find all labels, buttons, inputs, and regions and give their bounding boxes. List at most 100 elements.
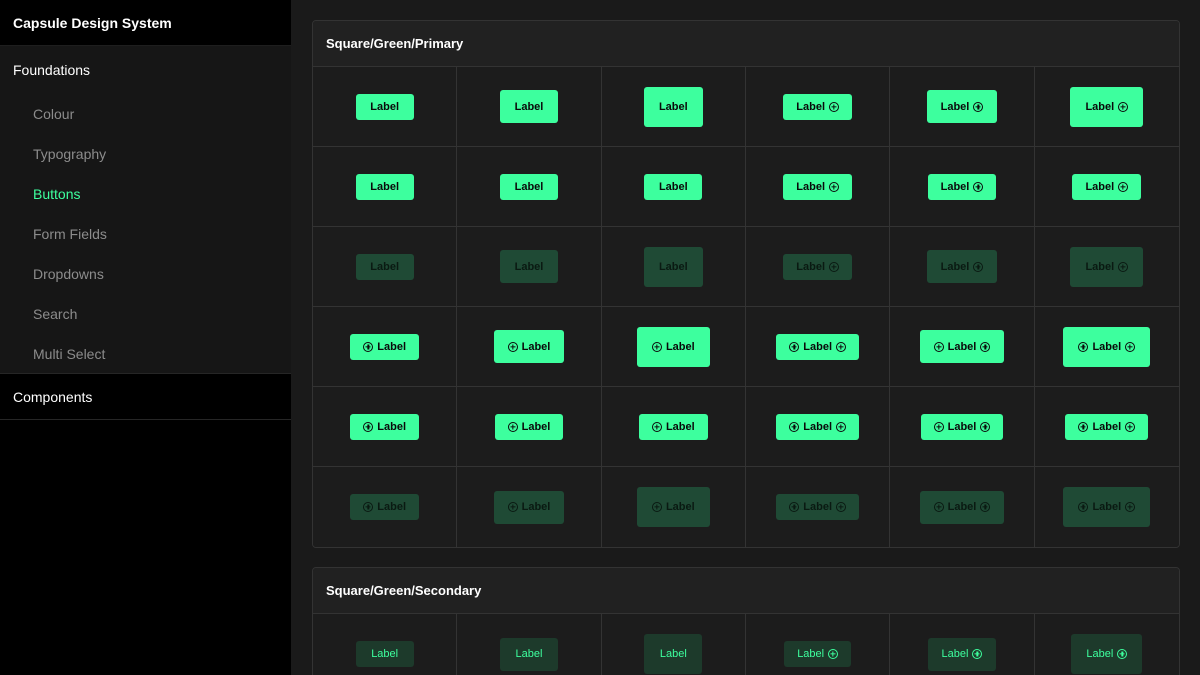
primary-button-lg[interactable]: Label (643, 86, 703, 127)
nav-heading-components[interactable]: Components (0, 374, 291, 420)
secondary-button-sm-icon-right[interactable]: Label (784, 641, 852, 667)
plus-circle-icon (980, 502, 991, 512)
plus-circle-icon (363, 421, 374, 432)
variant-cell: Label (601, 467, 746, 547)
disabled-button-sm-icon-right: Label (783, 253, 853, 280)
button-label: Label (521, 420, 551, 433)
button-label: Label (658, 260, 688, 273)
primary-button-sm-icon-both[interactable]: Label (1065, 413, 1149, 440)
primary-button-sm-icon-left[interactable]: Label (494, 413, 564, 440)
plus-circle-icon (1078, 421, 1089, 432)
sidebar-item-buttons[interactable]: Buttons (0, 174, 291, 214)
button-label: Label (370, 260, 400, 273)
secondary-button-sm[interactable]: Label (355, 641, 414, 667)
plus-circle-icon (973, 181, 984, 192)
variant-cell: Label (457, 387, 602, 467)
sidebar-item-multi-select[interactable]: Multi Select (0, 334, 291, 374)
primary-button-sm[interactable]: Label (644, 173, 703, 200)
button-label: Label (1085, 100, 1115, 113)
plus-circle-icon (1078, 502, 1089, 512)
variant-cell: Label (890, 147, 1035, 227)
primary-button-lg-icon-left[interactable]: Label (636, 326, 710, 367)
primary-button-sm-icon-both[interactable]: Label (776, 413, 860, 440)
variant-cell: Label (745, 387, 891, 467)
primary-button-sm-icon-left[interactable]: Label (638, 413, 708, 440)
primary-button-sm-icon-left[interactable]: Label (350, 333, 420, 360)
button-label: Label (796, 180, 826, 193)
sidebar-item-form-fields[interactable]: Form Fields (0, 214, 291, 254)
sidebar-item-dropdowns[interactable]: Dropdowns (0, 254, 291, 294)
primary-button-sm-icon-both[interactable]: Label (920, 413, 1004, 440)
variant-cell: Label (457, 467, 602, 547)
plus-circle-icon (363, 341, 374, 352)
sidebar-item-typography[interactable]: Typography (0, 134, 291, 174)
primary-button-md[interactable]: Label (499, 90, 558, 123)
variant-cell: Label (601, 227, 746, 307)
plus-circle-icon (829, 261, 840, 272)
button-label: Label (659, 648, 687, 660)
button-label: Label (377, 340, 407, 353)
button-label: Label (371, 648, 399, 660)
plus-circle-icon (1118, 181, 1129, 192)
plus-circle-icon (980, 341, 991, 352)
plus-circle-icon (836, 421, 847, 432)
primary-button-lg-icon-right[interactable]: Label (1070, 86, 1144, 127)
plus-circle-icon (789, 341, 800, 352)
primary-button-sm-icon-right[interactable]: Label (783, 93, 853, 120)
section-square-green-secondary: Square/Green/Secondary Label Label Label La… (312, 567, 1180, 675)
plus-circle-icon (363, 502, 374, 512)
primary-button-sm[interactable]: Label (499, 173, 558, 200)
primary-button-md-icon-both[interactable]: Label (919, 330, 1005, 363)
primary-button-sm[interactable]: Label (355, 173, 414, 200)
button-label: Label (1085, 180, 1115, 193)
variant-cell: Label (890, 467, 1035, 547)
button-label: Label (1092, 501, 1122, 513)
variant-cell: Label (601, 614, 746, 675)
plus-circle-icon (1118, 101, 1129, 112)
primary-button-md-icon-right[interactable]: Label (926, 90, 998, 123)
button-label: Label (940, 100, 970, 113)
variant-cell: Label (601, 67, 746, 147)
plus-circle-icon (789, 502, 800, 512)
plus-circle-icon (933, 341, 944, 352)
variant-cell: Label (313, 67, 458, 147)
variant-cell: Label (745, 614, 891, 675)
primary-button-sm-icon-both[interactable]: Label (776, 333, 860, 360)
plus-circle-icon (789, 421, 800, 432)
button-label: Label (370, 100, 400, 113)
secondary-button-md-icon-right[interactable]: Label (927, 637, 997, 671)
button-label: Label (514, 260, 544, 273)
button-label: Label (514, 180, 544, 193)
primary-button-lg-icon-both[interactable]: Label (1063, 326, 1151, 367)
sidebar-item-search[interactable]: Search (0, 294, 291, 334)
plus-circle-icon (828, 649, 839, 659)
secondary-button-lg[interactable]: Label (644, 634, 703, 674)
primary-button-sm-icon-left[interactable]: Label (350, 413, 420, 440)
disabled-button-sm: Label (355, 253, 414, 280)
button-label: Label (377, 501, 407, 513)
plus-circle-icon (836, 341, 847, 352)
sidebar-item-colour[interactable]: Colour (0, 94, 291, 134)
primary-button-sm-icon-right[interactable]: Label (1072, 173, 1142, 200)
plus-circle-icon (973, 261, 984, 272)
plus-circle-icon (507, 502, 518, 512)
primary-button-sm-icon-right[interactable]: Label (783, 173, 853, 200)
variant-cell: Label (457, 227, 602, 307)
button-grid-primary: Label Label Label Label Label Label Label Label… (313, 67, 1179, 547)
plus-circle-icon (1125, 341, 1136, 352)
disabled-button-lg-icon-right: Label (1070, 246, 1144, 287)
primary-button-sm[interactable]: Label (355, 93, 414, 120)
variant-cell: Label (313, 467, 458, 547)
secondary-button-lg-icon-right[interactable]: Label (1071, 634, 1143, 674)
variant-cell: Label (1034, 614, 1179, 675)
variant-cell: Label (745, 227, 891, 307)
primary-button-md-icon-left[interactable]: Label (493, 330, 565, 363)
nav-heading-foundations[interactable]: Foundations (0, 46, 291, 94)
sidebar: Capsule Design System Foundations Colour… (0, 0, 291, 675)
variant-cell: Label (745, 467, 891, 547)
primary-button-sm-icon-right[interactable]: Label (927, 173, 997, 200)
button-label: Label (797, 648, 825, 660)
button-label: Label (796, 100, 826, 113)
secondary-button-md[interactable]: Label (499, 637, 558, 671)
variant-cell: Label (457, 147, 602, 227)
